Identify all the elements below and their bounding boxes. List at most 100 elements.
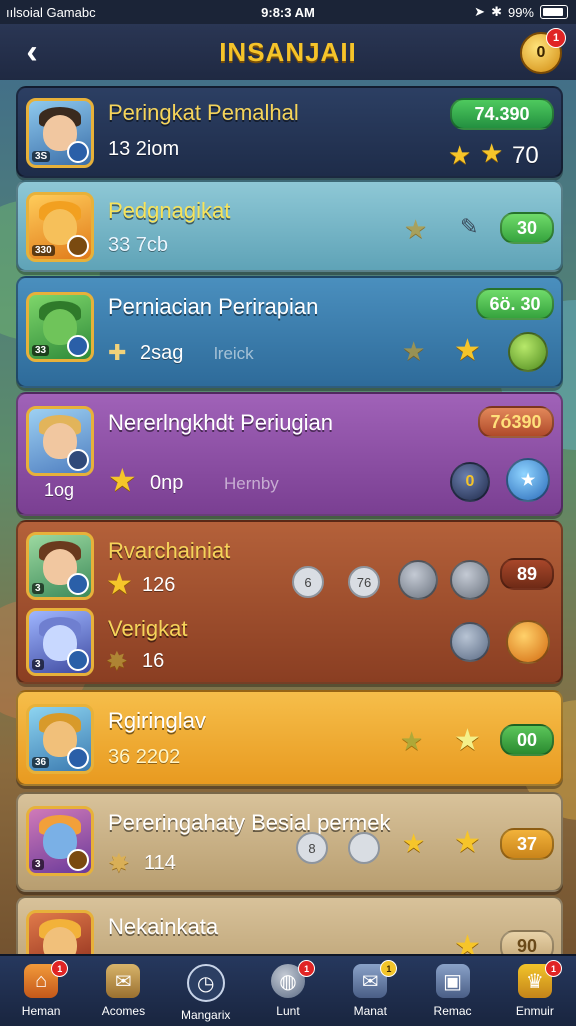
list-item[interactable]: 3S Peringkat Pemalhal 13 2iom 74.390 ★ ★…	[16, 86, 563, 178]
star-icon: ✸	[108, 848, 130, 878]
location-icon: ➤	[474, 4, 486, 19]
avatar: 36	[26, 704, 94, 774]
blue-star-gem-icon[interactable]: ★	[506, 458, 550, 502]
list-item[interactable]: 3 Pereringahaty Besial permek ✸ 114 8 ★ …	[16, 792, 563, 892]
list-item[interactable]: 33 Perniacian Perirapian ✚ 2sag lreick 6…	[16, 276, 563, 388]
notification-badge: 1	[546, 28, 566, 48]
avatar: 33	[26, 292, 94, 362]
tab-label: Enmuir	[515, 1004, 554, 1018]
tab-lunt[interactable]: ◍ 1 Lunt	[247, 956, 329, 1026]
star-icon: ★	[400, 726, 424, 756]
tab-badge: 1	[544, 960, 562, 977]
tab-mangarix[interactable]: ◷ Mangarix	[165, 956, 247, 1026]
tab-label: Lunt	[276, 1004, 300, 1018]
leaf-gem-icon[interactable]	[508, 332, 548, 372]
star-icon: ★	[108, 462, 137, 498]
tab-label: Heman	[21, 1004, 61, 1018]
tab-heman[interactable]: ⌂ 1 Heman	[0, 956, 82, 1026]
coin-icon[interactable]: 0 1	[520, 28, 566, 74]
score-pill: 00	[500, 724, 554, 756]
top-header: ‹ INSANJAII 0 1	[0, 24, 576, 80]
player-name: Pereringahaty Besial permek	[108, 810, 391, 835]
avatar: 3	[26, 806, 94, 876]
puzzle-icon: ✚	[108, 340, 127, 365]
coin-icon	[348, 832, 380, 864]
page-title: INSANJAII	[219, 36, 357, 67]
ranking-list[interactable]: 3S Peringkat Pemalhal 13 2iom 74.390 ★ ★…	[0, 80, 576, 954]
player-stat: 33 7cb	[108, 234, 169, 256]
tab-badge: 1	[298, 960, 316, 977]
chest-icon: ▣	[435, 964, 470, 998]
avatar: 3	[26, 608, 94, 676]
score-pill: 89	[500, 558, 554, 590]
header-icon-label: 0	[536, 44, 546, 61]
orange-gem-icon[interactable]	[506, 620, 550, 664]
player-name: Pedgnagikat	[108, 198, 231, 223]
avatar	[26, 406, 94, 476]
ring-icon[interactable]: 0	[450, 462, 490, 502]
star-icon: ★	[454, 826, 481, 859]
gear-gem-icon	[398, 560, 438, 600]
star-count: 70	[512, 142, 539, 169]
list-item[interactable]: 3 3 Rvarchainiat ★ 126 Verigkat ✸ 16 6 7…	[16, 520, 563, 684]
score-pill: 74.390	[450, 98, 554, 130]
star-icon: ★	[448, 140, 472, 170]
score-pill: 30	[500, 212, 554, 244]
list-item[interactable]: 330 Pedgnagikat 33 7cb ★ ✎ 30	[16, 180, 563, 272]
tab-label: Mangarix	[181, 1008, 231, 1022]
tab-remac[interactable]: ▣ Remac	[411, 956, 493, 1026]
score-pill: 7ó390	[478, 406, 554, 438]
tab-label: Manat	[353, 1004, 387, 1018]
tab-badge: 1	[380, 960, 398, 977]
star-icon: ★	[402, 336, 426, 366]
list-item[interactable]: 1og Nererlngkhdt Periugian ★ 0np Hernby …	[16, 392, 563, 516]
gear-gem-icon[interactable]	[450, 622, 490, 662]
pencil-icon[interactable]: ✎	[460, 214, 478, 240]
score-pill: 90	[500, 930, 554, 954]
tab-acomes[interactable]: ✉ Acomes	[82, 956, 164, 1026]
star-icon: ★	[106, 568, 133, 601]
tab-label: Acomes	[101, 1004, 146, 1018]
star-icon: ★	[454, 724, 481, 757]
avatar: 3S	[26, 98, 94, 168]
score-pill: 37	[500, 828, 554, 860]
gear-gem-icon	[450, 560, 490, 600]
player-name: Rgiringlav	[108, 708, 206, 733]
player-stat: 36 2202	[108, 746, 181, 768]
player-name: Verigkat	[108, 616, 188, 641]
list-item[interactable]: 36 Rgiringlav 36 2202 ★ ★ 00	[16, 690, 563, 786]
player-name: Nekainkata	[108, 914, 219, 939]
coin-icon: 8	[296, 832, 328, 864]
coin-icon: 6	[292, 566, 324, 598]
map-icon: ✉	[106, 964, 141, 998]
chevron-left-icon[interactable]: ‹	[12, 32, 52, 72]
avatar-label: 1og	[44, 480, 75, 500]
player-name: Nererlngkhdt Periugian	[108, 410, 334, 435]
star-icon: ★	[402, 828, 426, 858]
player-stat: 126	[142, 574, 176, 596]
player-name: Perniacian Perirapian	[108, 294, 319, 319]
player-name: Peringkat Pemalhal	[108, 100, 299, 125]
bottom-tab-bar: ⌂ 1 Heman ✉ Acomes ◷ Mangarix ◍ 1 Lunt ✉…	[0, 954, 576, 1026]
avatar: 330	[26, 192, 94, 262]
player-stat: 13 2iom	[108, 138, 180, 160]
avatar: 3	[26, 532, 94, 600]
clock-icon: ◷	[186, 964, 225, 1002]
tab-manat[interactable]: ✉ 1 Manat	[329, 956, 411, 1026]
player-name: Rvarchainiat	[108, 538, 231, 563]
player-note: lreick	[214, 344, 254, 363]
star-icon: ★	[480, 138, 504, 168]
avatar	[26, 910, 94, 954]
status-bar: ıılsoial Gamabc 9:8:3 AM ➤ ✱ 99%	[0, 0, 576, 24]
player-note: Hernby	[224, 474, 279, 493]
tab-label: Remac	[433, 1004, 472, 1018]
battery-label: 99%	[507, 4, 534, 20]
star-icon: ★	[404, 214, 428, 244]
battery-icon	[540, 5, 568, 19]
player-stat: 2sag	[140, 342, 184, 364]
tab-enmuir[interactable]: ♛ 1 Enmuir	[494, 956, 576, 1026]
bluetooth-icon: ✱	[491, 4, 502, 19]
star-icon: ✸	[106, 646, 128, 676]
tab-badge: 1	[51, 960, 69, 977]
list-item[interactable]: Nekainkata ★ 90	[16, 896, 563, 954]
